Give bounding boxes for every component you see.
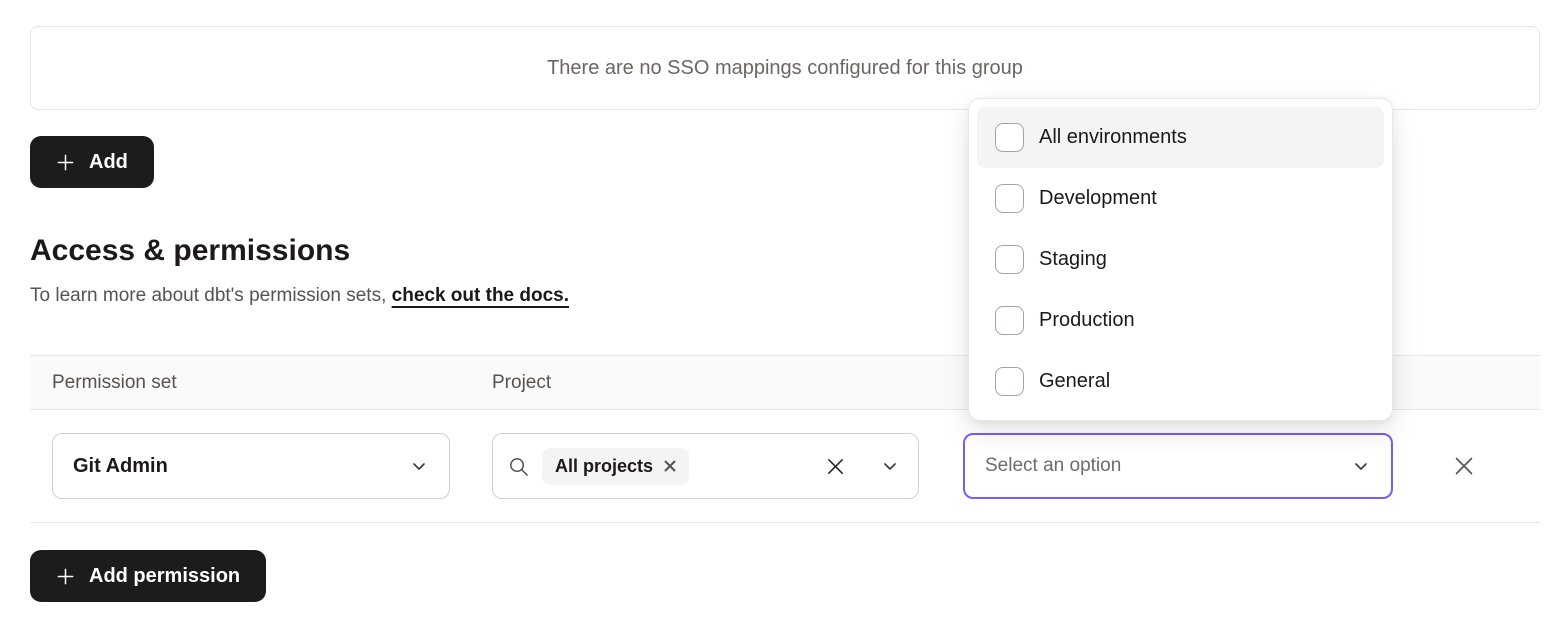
description-text: To learn more about dbt's permission set…	[30, 285, 392, 306]
add-permission-label: Add permission	[89, 565, 240, 588]
sso-empty-message: There are no SSO mappings configured for…	[547, 57, 1023, 80]
dropdown-option-staging[interactable]: Staging	[977, 229, 1384, 290]
option-label: General	[1039, 370, 1110, 393]
project-multiselect[interactable]: All projects	[492, 433, 919, 499]
checkbox-unchecked[interactable]	[995, 306, 1024, 335]
environment-select[interactable]: Select an option	[963, 433, 1393, 499]
option-label: Production	[1039, 309, 1135, 332]
option-label: Staging	[1039, 248, 1107, 271]
table-row: Git Admin All projects	[30, 410, 1540, 523]
plus-icon	[56, 567, 75, 586]
checkbox-unchecked[interactable]	[995, 245, 1024, 274]
option-label: All environments	[1039, 126, 1187, 149]
clear-selection-icon[interactable]	[825, 456, 846, 477]
header-project: Project	[492, 372, 963, 394]
remove-tag-icon[interactable]	[664, 460, 676, 472]
add-permission-button[interactable]: Add permission	[30, 550, 266, 602]
search-icon	[507, 455, 530, 478]
add-button-label: Add	[89, 151, 128, 174]
add-sso-mapping-button[interactable]: Add	[30, 136, 154, 188]
dropdown-option-general[interactable]: General	[977, 351, 1384, 412]
dropdown-option-all-environments[interactable]: All environments	[977, 107, 1384, 168]
project-tag-label: All projects	[555, 456, 653, 477]
permission-set-value: Git Admin	[73, 455, 168, 478]
environment-dropdown-menu: All environments Development Staging Pro…	[968, 98, 1393, 421]
checkbox-unchecked[interactable]	[995, 123, 1024, 152]
chevron-down-icon	[1351, 456, 1371, 476]
project-tag: All projects	[542, 448, 689, 485]
option-label: Development	[1039, 187, 1157, 210]
checkbox-unchecked[interactable]	[995, 367, 1024, 396]
dropdown-option-development[interactable]: Development	[977, 168, 1384, 229]
plus-icon	[56, 153, 75, 172]
permission-set-select[interactable]: Git Admin	[52, 433, 450, 499]
chevron-down-icon	[880, 456, 900, 476]
docs-link[interactable]: check out the docs.	[392, 285, 569, 306]
environment-placeholder: Select an option	[985, 455, 1121, 477]
header-permission-set: Permission set	[30, 372, 492, 394]
dropdown-option-production[interactable]: Production	[977, 290, 1384, 351]
checkbox-unchecked[interactable]	[995, 184, 1024, 213]
chevron-down-icon	[409, 456, 429, 476]
remove-row-icon[interactable]	[1452, 454, 1476, 478]
